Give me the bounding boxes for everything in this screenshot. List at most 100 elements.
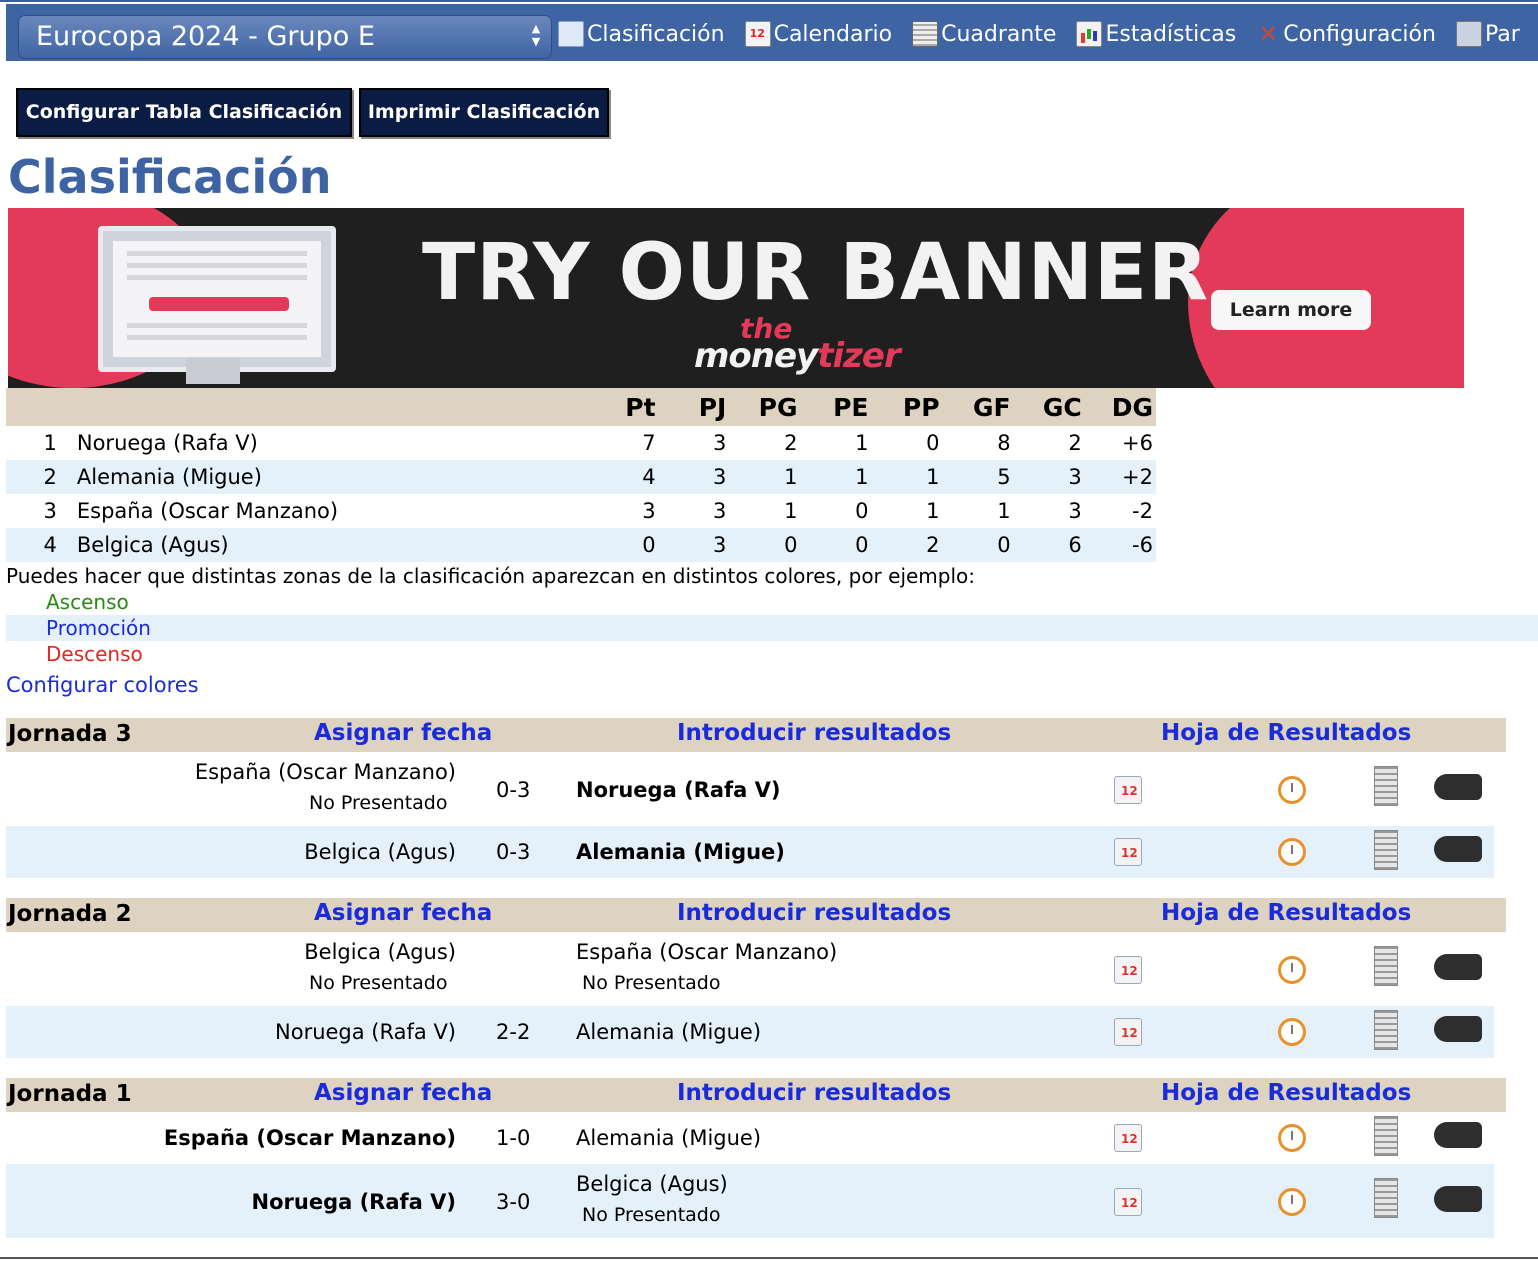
field-lineup-icon[interactable] xyxy=(1374,830,1398,870)
table-row: 4 Belgica (Agus) 0 3 0 0 2 0 6 -6 xyxy=(6,528,1156,562)
match-score[interactable]: 2-2 xyxy=(496,1020,530,1044)
clock-icon[interactable] xyxy=(1278,776,1306,804)
home-team: España (Oscar Manzano) xyxy=(163,1126,456,1150)
field-lineup-icon[interactable] xyxy=(1374,1178,1398,1218)
match-score[interactable]: 3-0 xyxy=(496,1190,530,1214)
away-no-show: No Presentado xyxy=(582,1204,721,1226)
configure-colors-link[interactable]: Configurar colores xyxy=(6,673,199,697)
match-row: Belgica (Agus) No Presentado España (Osc… xyxy=(6,932,1494,1006)
team-cell: España (Oscar Manzano) xyxy=(76,499,339,523)
enter-results-link[interactable]: Introducir resultados xyxy=(677,720,951,746)
field-lineup-icon[interactable] xyxy=(1374,1116,1398,1156)
calendar-icon[interactable] xyxy=(1114,838,1142,866)
col-pos xyxy=(6,388,57,426)
col-header: GC xyxy=(1013,388,1085,426)
calendar-icon[interactable] xyxy=(1114,1124,1142,1152)
pj-cell: 3 xyxy=(712,499,727,523)
gc-cell: 2 xyxy=(1068,431,1082,455)
clock-icon[interactable] xyxy=(1278,838,1306,866)
match-row: España (Oscar Manzano) No Presentado 0-3… xyxy=(6,752,1494,826)
whistle-icon[interactable] xyxy=(1434,954,1482,980)
round-name: Jornada 1 xyxy=(8,1081,132,1107)
nav-clasificacion[interactable]: Clasificación xyxy=(558,16,725,52)
calendar-icon[interactable] xyxy=(1114,956,1142,984)
match-row: Noruega (Rafa V) 2-2 Alemania (Migue) xyxy=(6,1006,1494,1058)
zone-descenso: Descenso xyxy=(46,642,143,666)
nav-calendario[interactable]: Calendario xyxy=(744,16,893,52)
tools-icon xyxy=(1256,20,1280,48)
pt-cell: 7 xyxy=(642,431,656,455)
results-sheet-link[interactable]: Hoja de Resultados xyxy=(1161,720,1411,746)
whistle-icon[interactable] xyxy=(1434,1122,1482,1148)
assign-date-link[interactable]: Asignar fecha xyxy=(314,900,492,926)
assign-date-link[interactable]: Asignar fecha xyxy=(314,720,492,746)
pp-cell: 2 xyxy=(871,528,943,562)
enter-results-link[interactable]: Introducir resultados xyxy=(677,900,951,926)
match-score[interactable]: 1-0 xyxy=(496,1126,530,1150)
nav-label: Cuadrante xyxy=(941,21,1057,47)
pj-cell: 3 xyxy=(658,460,730,494)
home-team: Belgica (Agus) xyxy=(304,940,456,964)
nav-configuracion[interactable]: Configuración xyxy=(1256,16,1436,52)
pp-cell: 0 xyxy=(926,431,940,455)
nav-par[interactable]: Par xyxy=(1455,16,1520,52)
clock-icon[interactable] xyxy=(1278,956,1306,984)
gc-cell: 6 xyxy=(1013,528,1085,562)
calendar-icon[interactable] xyxy=(1114,1188,1142,1216)
whistle-icon[interactable] xyxy=(1434,774,1482,800)
calendar-icon[interactable] xyxy=(1114,1018,1142,1046)
table-row: 2 Alemania (Migue) 4 3 1 1 1 5 3 +2 xyxy=(6,460,1156,494)
field-lineup-icon[interactable] xyxy=(1374,1010,1398,1050)
results-sheet-link[interactable]: Hoja de Resultados xyxy=(1161,1080,1411,1106)
away-no-show: No Presentado xyxy=(582,972,721,994)
gf-cell: 8 xyxy=(997,431,1011,455)
pj-cell: 3 xyxy=(658,528,730,562)
col-header: PJ xyxy=(658,388,730,426)
pe-cell: 0 xyxy=(855,499,869,523)
select-arrows-icon: ▲ ▼ xyxy=(531,22,541,48)
col-header: DG xyxy=(1084,388,1156,426)
zone-promocion: Promoción xyxy=(6,615,1538,641)
monitor-stand xyxy=(186,358,240,384)
field-lineup-icon[interactable] xyxy=(1374,766,1398,806)
nav-estadisticas[interactable]: Estadísticas xyxy=(1076,16,1236,52)
standings-table: Pt PJ PG PE PP GF GC DG 1 Noruega (Rafa … xyxy=(6,388,1156,562)
team-cell: Belgica (Agus) xyxy=(56,528,588,562)
competition-select[interactable]: Eurocopa 2024 - Grupo E ▲ ▼ xyxy=(18,15,552,59)
brand-logo: moneytizer xyxy=(694,336,901,376)
team-cell: Alemania (Migue) xyxy=(56,460,588,494)
table-row: 3 España (Oscar Manzano) 3 3 1 0 1 1 3 -… xyxy=(6,494,1156,528)
whistle-icon[interactable] xyxy=(1434,1186,1482,1212)
whistle-icon[interactable] xyxy=(1434,1016,1482,1042)
whistle-icon[interactable] xyxy=(1434,836,1482,862)
ad-banner[interactable]: TRY OUR BANNER the moneytizer Learn more xyxy=(8,208,1464,388)
top-border xyxy=(0,0,1538,2)
enter-results-link[interactable]: Introducir resultados xyxy=(677,1080,951,1106)
brand-logo-b: tizer xyxy=(817,336,901,376)
round-name: Jornada 3 xyxy=(8,721,132,747)
pg-cell: 1 xyxy=(729,460,801,494)
learn-more-button[interactable]: Learn more xyxy=(1211,290,1371,330)
nav-cuadrante[interactable]: Cuadrante xyxy=(912,16,1056,52)
clock-icon[interactable] xyxy=(1278,1188,1306,1216)
configure-table-button[interactable]: Configurar Tabla Clasificación xyxy=(16,88,352,137)
nav-label: Calendario xyxy=(773,21,893,47)
home-no-show: No Presentado xyxy=(309,972,448,994)
calendar-12-icon xyxy=(744,21,771,47)
pe-cell: 1 xyxy=(800,460,872,494)
clock-icon[interactable] xyxy=(1278,1018,1306,1046)
match-score[interactable]: 0-3 xyxy=(496,840,530,864)
assign-date-link[interactable]: Asignar fecha xyxy=(314,1080,492,1106)
print-standings-button[interactable]: Imprimir Clasificación xyxy=(359,88,609,137)
match-score[interactable]: 0-3 xyxy=(496,778,530,802)
home-team: España (Oscar Manzano) xyxy=(194,760,456,784)
dg-cell: +6 xyxy=(1122,431,1153,455)
results-sheet-link[interactable]: Hoja de Resultados xyxy=(1161,900,1411,926)
field-lineup-icon[interactable] xyxy=(1374,946,1398,986)
nav-label: Configuración xyxy=(1283,21,1436,47)
home-no-show: No Presentado xyxy=(309,792,448,814)
calendar-icon[interactable] xyxy=(1114,776,1142,804)
monitor-illustration xyxy=(98,226,336,372)
clock-icon[interactable] xyxy=(1278,1124,1306,1152)
round-header: Jornada 2 Asignar fecha Introducir resul… xyxy=(6,898,1506,932)
